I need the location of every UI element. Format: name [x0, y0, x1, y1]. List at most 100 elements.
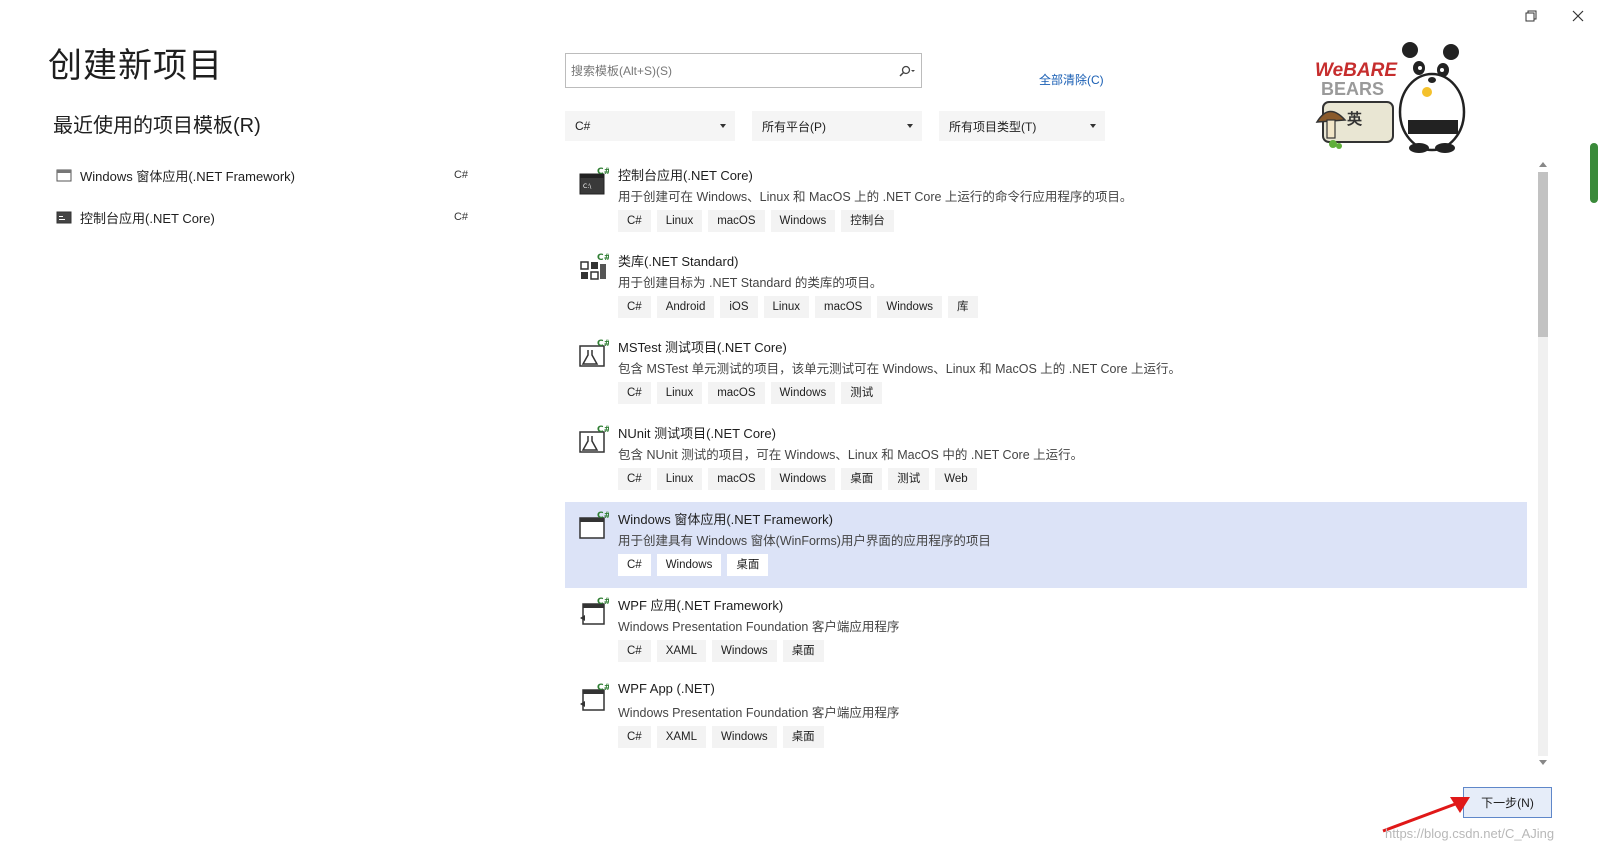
search-box[interactable] [565, 53, 922, 88]
tag: 桌面 [727, 554, 769, 576]
template-desc: 用于创建具有 Windows 窗体(WinForms)用户界面的应用程序的项目 [618, 534, 991, 548]
template-tags: C# XAML Windows 桌面 [618, 726, 824, 748]
template-item-class-library[interactable]: C# 类库(.NET Standard) 用于创建目标为 .NET Standa… [565, 244, 1527, 330]
template-tags: C# Android iOS Linux macOS Windows 库 [618, 296, 978, 318]
template-name: 控制台应用(.NET Core) [618, 168, 753, 183]
template-item-console-app[interactable]: C:\ C# 控制台应用(.NET Core) 用于创建可在 Windows、L… [565, 158, 1527, 244]
close-button[interactable] [1566, 4, 1590, 28]
tag: XAML [656, 726, 707, 748]
search-input[interactable] [566, 54, 893, 87]
tag: C# [618, 382, 651, 404]
template-item-wpf-net[interactable]: C# WPF App (.NET) Windows Presentation F… [565, 674, 1527, 758]
tag: macOS [708, 468, 765, 490]
wpf-app-icon: C# [580, 683, 609, 711]
template-name: WPF App (.NET) [618, 681, 715, 696]
next-button[interactable]: 下一步(N) [1463, 787, 1552, 818]
chevron-down-icon [720, 124, 726, 128]
tag: XAML [656, 640, 707, 662]
tag: 桌面 [841, 468, 883, 490]
close-icon [1572, 10, 1584, 22]
svg-text:C#: C# [597, 597, 609, 607]
tag: Windows [712, 726, 777, 748]
tag: 测试 [841, 382, 883, 404]
scroll-down-icon[interactable] [1539, 760, 1547, 765]
tag: iOS [720, 296, 758, 318]
template-desc: 用于创建可在 Windows、Linux 和 MacOS 上的 .NET Cor… [618, 190, 1133, 204]
recent-item-console-app[interactable]: 控制台应用(.NET Core) C# [56, 202, 476, 232]
search-button[interactable] [893, 54, 921, 87]
template-item-nunit[interactable]: C# NUnit 测试项目(.NET Core) 包含 NUnit 测试的项目，… [565, 416, 1527, 502]
tag: C# [618, 726, 651, 748]
tag: Linux [656, 468, 703, 490]
test-project-icon: C# [579, 339, 609, 367]
scroll-thumb[interactable] [1538, 172, 1548, 337]
project-type-filter[interactable]: 所有项目类型(T) [939, 111, 1105, 141]
template-item-windows-form[interactable]: C# Windows 窗体应用(.NET Framework) 用于创建具有 W… [565, 502, 1527, 588]
tag: macOS [815, 296, 872, 318]
restore-button[interactable] [1519, 4, 1543, 28]
class-library-icon: C# [580, 253, 609, 280]
watermark: https://blog.csdn.net/C_AJing [1385, 826, 1555, 841]
template-desc: Windows Presentation Foundation 客户端应用程序 [618, 706, 900, 720]
template-item-wpf-framework[interactable]: C# WPF 应用(.NET Framework) Windows Presen… [565, 588, 1527, 674]
template-desc: 用于创建目标为 .NET Standard 的类库的项目。 [618, 276, 883, 290]
tag: macOS [708, 382, 765, 404]
recent-item-windows-form[interactable]: Windows 窗体应用(.NET Framework) C# [56, 160, 476, 190]
tag: Linux [656, 382, 703, 404]
template-name: WPF 应用(.NET Framework) [618, 598, 784, 613]
template-list-scrollbar[interactable] [1535, 158, 1551, 770]
template-tags: C# XAML Windows 桌面 [618, 640, 824, 662]
console-app-icon [56, 211, 72, 224]
recent-item-label: Windows 窗体应用(.NET Framework) [80, 168, 296, 184]
tag: C# [618, 640, 651, 662]
search-icon [899, 65, 915, 77]
restore-icon [1525, 10, 1537, 22]
tag: C# [618, 468, 651, 490]
svg-text:C#: C# [597, 339, 609, 349]
tag: 库 [948, 296, 978, 318]
template-item-mstest[interactable]: C# MSTest 测试项目(.NET Core) 包含 MSTest 单元测试… [565, 330, 1527, 416]
tag: 桌面 [782, 726, 824, 748]
windows-form-icon [56, 169, 72, 182]
tag: Linux [656, 210, 703, 232]
tag: 控制台 [841, 210, 894, 232]
chevron-down-icon [1090, 124, 1096, 128]
edge-indicator [1590, 143, 1598, 203]
bears-logo: WeBARE BEARS 英 [1315, 40, 1470, 155]
tag: Windows [877, 296, 943, 318]
template-name: NUnit 测试项目(.NET Core) [618, 426, 776, 441]
svg-text:C#: C# [597, 683, 609, 693]
chevron-down-icon [907, 124, 913, 128]
tag: Windows [712, 640, 777, 662]
tag: Windows [770, 210, 836, 232]
recent-templates-title: 最近使用的项目模板(R) [53, 115, 261, 137]
language-filter-value: C# [575, 119, 591, 133]
template-name: MSTest 测试项目(.NET Core) [618, 340, 787, 355]
template-tags: C# Linux macOS Windows 桌面 测试 Web [618, 468, 977, 490]
template-tags: C# Linux macOS Windows 控制台 [618, 210, 894, 232]
svg-text:C#: C# [597, 511, 609, 521]
template-name: 类库(.NET Standard) [618, 254, 739, 269]
tag: Android [656, 296, 715, 318]
platform-filter-value: 所有平台(P) [762, 119, 826, 134]
scroll-up-icon[interactable] [1539, 162, 1547, 167]
language-filter[interactable]: C# [565, 111, 735, 141]
logo-badge: 英 [1347, 110, 1363, 128]
tag: Linux [763, 296, 810, 318]
test-project-icon: C# [579, 425, 609, 453]
recent-item-lang: C# [453, 211, 468, 223]
tag: Windows [656, 554, 722, 576]
windows-form-template-icon: C# [579, 511, 609, 539]
template-tags: C# Windows 桌面 [618, 554, 769, 576]
svg-text:C#: C# [597, 167, 609, 177]
recent-item-lang: C# [453, 169, 468, 181]
tag: C# [618, 210, 651, 232]
project-type-filter-value: 所有项目类型(T) [949, 119, 1037, 134]
wpf-app-icon: C# [580, 597, 609, 625]
platform-filter[interactable]: 所有平台(P) [752, 111, 922, 141]
svg-text:C#: C# [597, 425, 609, 435]
tag: Web [935, 468, 977, 490]
template-desc: 包含 MSTest 单元测试的项目，该单元测试可在 Windows、Linux … [618, 362, 1182, 376]
clear-all-link[interactable]: 全部清除(C) [1039, 71, 1104, 88]
tag: 桌面 [782, 640, 824, 662]
